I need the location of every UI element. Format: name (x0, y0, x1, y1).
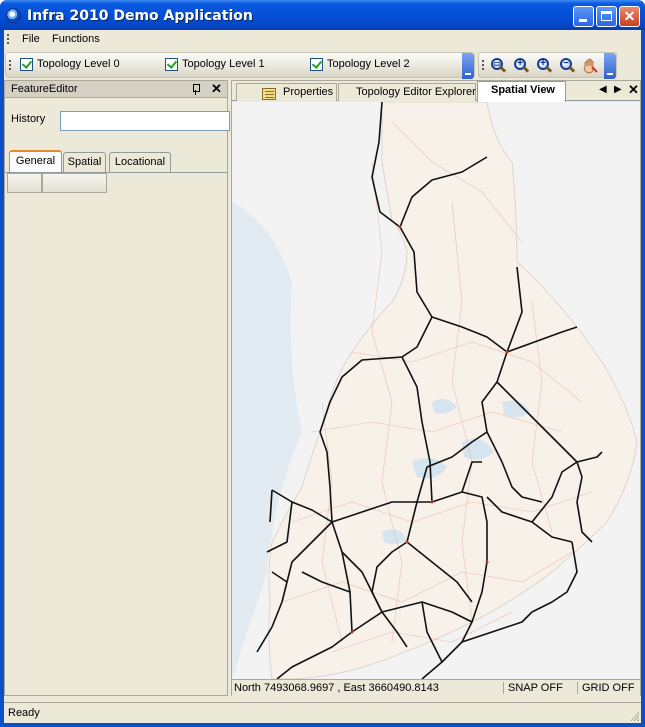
panel-title: FeatureEditor (11, 83, 78, 95)
resize-grip-icon[interactable] (629, 711, 639, 721)
tab-properties[interactable]: Properties (236, 83, 337, 101)
history-label: History (11, 113, 46, 125)
layer-toggle-level-0[interactable]: Topology Level 0 (20, 58, 130, 74)
grid-column-header[interactable] (42, 173, 107, 193)
panel-header[interactable]: FeatureEditor ✕ (5, 81, 227, 98)
feature-tabs: General Spatial Locational (5, 150, 227, 172)
close-button[interactable]: ✕ (619, 6, 640, 27)
minimize-icon (579, 19, 587, 22)
general-tab-body (5, 172, 227, 695)
pan-hand-icon[interactable] (581, 57, 599, 75)
document-close-icon[interactable]: ✕ (628, 82, 639, 98)
toolbar-grip-icon[interactable] (482, 60, 485, 72)
tab-general[interactable]: General (9, 150, 62, 172)
maximize-button[interactable] (596, 6, 617, 27)
maximize-icon (601, 11, 612, 21)
menu-file[interactable]: File (22, 33, 40, 45)
map-tools-toolbar: ▭ + + − (478, 52, 617, 79)
close-icon: ✕ (623, 8, 636, 24)
minimize-button[interactable] (573, 6, 594, 27)
zoom-in-icon[interactable]: + (512, 57, 530, 75)
client-area: File Functions Topology Level 0 Topology… (4, 30, 641, 723)
scroll-left-icon[interactable]: ◀ (599, 84, 607, 95)
zoom-in-plus-icon[interactable]: + (535, 57, 553, 75)
properties-icon (262, 88, 276, 100)
pin-icon[interactable] (191, 84, 201, 95)
layer-label: Topology Level 0 (37, 58, 120, 70)
toolbar-overflow-button[interactable] (462, 53, 474, 79)
grid-status[interactable]: GRID OFF (577, 682, 639, 694)
toolbar-overflow-button[interactable] (604, 53, 616, 79)
app-window: Infra 2010 Demo Application ✕ File Funct… (0, 0, 645, 727)
status-text: Ready (8, 707, 40, 719)
map-statusline: North 7493068.9697 , East 3660490.8143 S… (232, 679, 640, 696)
checkbox-checked-icon[interactable] (165, 58, 178, 71)
history-input[interactable] (60, 111, 230, 131)
scroll-right-icon[interactable]: ▶ (614, 84, 622, 95)
toolbar-row: Topology Level 0 Topology Level 1 Topolo… (4, 51, 641, 79)
tab-locational[interactable]: Locational (109, 152, 171, 172)
checkbox-checked-icon[interactable] (310, 58, 323, 71)
tab-spatial-view[interactable]: Spatial View (477, 81, 566, 102)
layer-toggle-level-2[interactable]: Topology Level 2 (310, 58, 420, 74)
coordinate-readout: North 7493068.9697 , East 3660490.8143 (234, 682, 439, 694)
layer-label: Topology Level 2 (327, 58, 410, 70)
zoom-extent-icon[interactable]: ▭ (489, 57, 507, 75)
spatial-map-view[interactable] (232, 102, 640, 679)
feature-editor-panel: FeatureEditor ✕ History General Spatial … (4, 80, 230, 696)
finland-rail-map[interactable] (232, 102, 640, 679)
app-icon (6, 8, 21, 23)
status-bar: Ready (4, 702, 641, 723)
panel-close-icon[interactable]: ✕ (211, 81, 222, 97)
layer-label: Topology Level 1 (182, 58, 265, 70)
grid-column-header[interactable] (7, 173, 42, 193)
tab-spatial[interactable]: Spatial (63, 152, 106, 172)
toolbar-grip-icon[interactable] (9, 60, 12, 72)
checkbox-checked-icon[interactable] (20, 58, 33, 71)
menu-bar: File Functions (4, 30, 641, 50)
layer-toggle-level-1[interactable]: Topology Level 1 (165, 58, 275, 74)
title-bar[interactable]: Infra 2010 Demo Application ✕ (0, 0, 645, 30)
tab-label: Properties (283, 86, 334, 98)
zoom-out-icon[interactable]: − (558, 57, 576, 75)
snap-status[interactable]: SNAP OFF (503, 682, 575, 694)
layer-toolbar: Topology Level 0 Topology Level 1 Topolo… (5, 52, 475, 79)
document-tabs: Properties Topology Editor Explorer Spat… (232, 81, 640, 102)
document-area: Properties Topology Editor Explorer Spat… (231, 80, 641, 696)
menu-grip-icon[interactable] (7, 34, 10, 46)
menu-functions[interactable]: Functions (52, 33, 100, 45)
window-title: Infra 2010 Demo Application (27, 8, 253, 24)
tab-topology-editor-explorer[interactable]: Topology Editor Explorer (338, 83, 476, 101)
